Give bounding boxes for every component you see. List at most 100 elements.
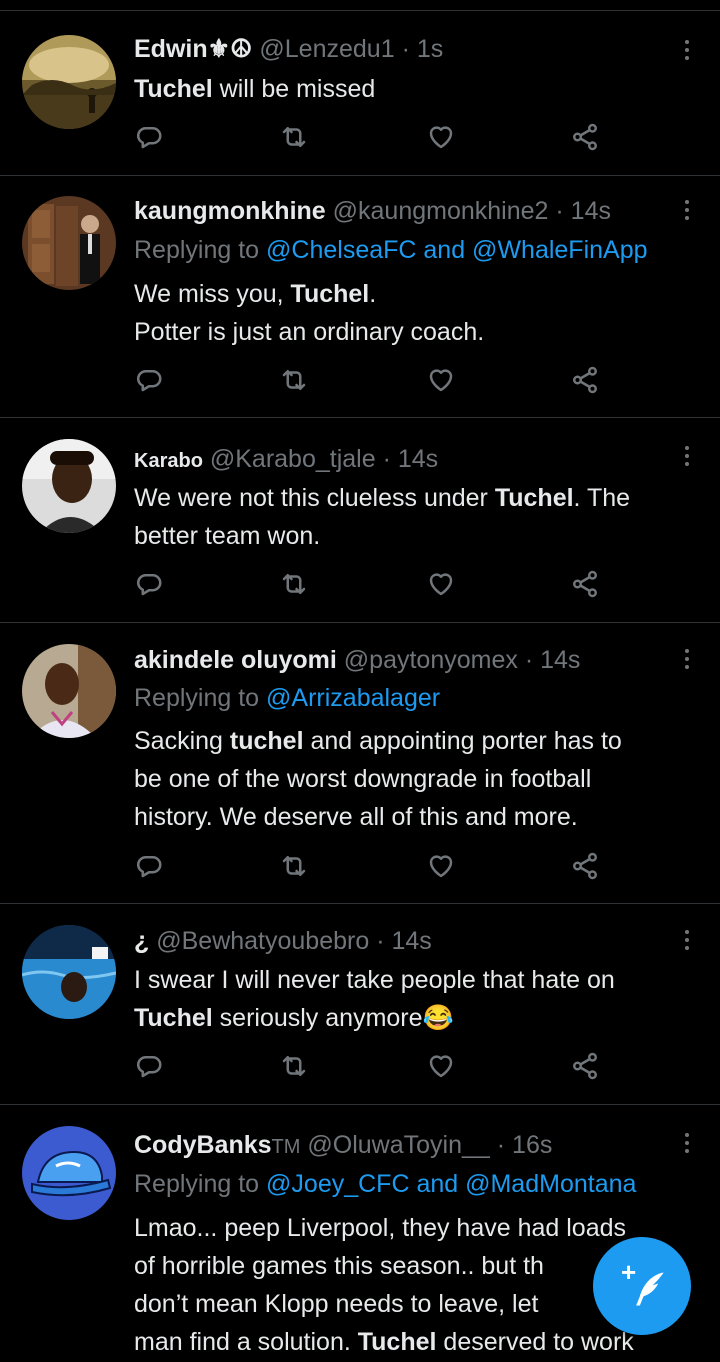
tweet-text: I swear I will never take people that ha… xyxy=(134,961,700,1037)
user-handle[interactable]: @paytonyomex xyxy=(344,646,518,674)
avatar[interactable] xyxy=(22,196,116,290)
share-icon[interactable] xyxy=(570,122,604,156)
tweet-header: akindele oluyomi @paytonyomex · 14s xyxy=(134,644,680,676)
like-icon[interactable] xyxy=(426,365,460,399)
reply-mentions[interactable]: @Joey_CFC and @MadMontana xyxy=(266,1170,636,1198)
reply-mentions[interactable]: @Arrizabalager xyxy=(266,684,440,712)
timestamp[interactable]: 1s xyxy=(417,35,443,63)
avatar[interactable] xyxy=(22,35,116,129)
user-handle[interactable]: @Lenzedu1 xyxy=(259,35,394,63)
separator: · xyxy=(555,197,564,225)
text-span: Potter is just an ordinary coach. xyxy=(134,318,485,346)
keyword: Tuchel xyxy=(494,484,574,512)
retweet-icon[interactable] xyxy=(279,569,313,603)
reply-icon[interactable] xyxy=(134,569,168,603)
tweet-actions xyxy=(134,122,614,156)
retweet-icon[interactable] xyxy=(279,851,313,885)
display-name[interactable]: ¿ xyxy=(134,927,149,955)
share-icon[interactable] xyxy=(570,569,604,603)
replying-to: Replying to @Arrizabalager xyxy=(134,682,700,714)
share-icon[interactable] xyxy=(570,1051,604,1085)
avatar[interactable] xyxy=(22,439,116,533)
text-line: Tuchel seriously anymore😂 xyxy=(134,999,700,1037)
like-icon[interactable] xyxy=(426,851,460,885)
text-span: seriously anymore😂 xyxy=(212,1004,454,1032)
separator: · xyxy=(496,1131,506,1159)
avatar[interactable] xyxy=(22,644,116,738)
timestamp[interactable]: 16s xyxy=(512,1131,552,1159)
text-line: history. We deserve all of this and more… xyxy=(134,798,700,836)
separator: · xyxy=(401,35,410,63)
tweet-header: Edwin⚜☮ @Lenzedu1 · 1s xyxy=(134,33,680,65)
text-span: . xyxy=(369,280,377,308)
tweet-actions xyxy=(134,569,614,603)
retweet-icon[interactable] xyxy=(279,1051,313,1085)
tweet[interactable]: kaungmonkhine @kaungmonkhine2 · 14s Repl… xyxy=(0,175,720,418)
tweet[interactable]: ¿ @Bewhatyoubebro · 14s I swear I will n… xyxy=(0,903,720,1105)
more-options-icon[interactable] xyxy=(682,927,692,953)
more-options-icon[interactable] xyxy=(682,197,692,223)
name-suffix: TM xyxy=(271,1136,301,1158)
tweet[interactable]: Karabo @Karabo_tjale · 14s We were not t… xyxy=(0,417,720,623)
avatar[interactable] xyxy=(22,1126,116,1220)
reply-mentions[interactable]: @ChelseaFC and @WhaleFinApp xyxy=(266,236,647,264)
separator: · xyxy=(382,445,391,473)
text-span: deserved to work xyxy=(436,1328,634,1356)
text-line: man find a solution. Tuchel deserved to … xyxy=(134,1323,700,1361)
tweet-text: We miss you, Tuchel. Potter is just an o… xyxy=(134,275,700,351)
text-span: better team won. xyxy=(134,522,321,550)
text-line: We miss you, Tuchel. xyxy=(134,275,700,313)
user-handle[interactable]: @Karabo_tjale xyxy=(210,445,376,473)
text-span: will be missed xyxy=(212,75,376,103)
more-options-icon[interactable] xyxy=(682,646,692,672)
tweet-actions xyxy=(134,1051,614,1085)
tweet-actions xyxy=(134,851,614,885)
like-icon[interactable] xyxy=(426,569,460,603)
text-line: We were not this clueless under Tuchel. … xyxy=(134,479,700,517)
tweet-text: We were not this clueless under Tuchel. … xyxy=(134,479,700,555)
reply-icon[interactable] xyxy=(134,1051,168,1085)
timestamp[interactable]: 14s xyxy=(391,927,431,955)
share-icon[interactable] xyxy=(570,365,604,399)
text-span: We miss you, xyxy=(134,280,291,308)
timestamp[interactable]: 14s xyxy=(540,646,580,674)
retweet-icon[interactable] xyxy=(279,122,313,156)
more-options-icon[interactable] xyxy=(682,37,692,63)
more-options-icon[interactable] xyxy=(682,443,692,469)
feather-icon xyxy=(636,1272,664,1306)
timestamp[interactable]: 14s xyxy=(571,197,611,225)
timestamp[interactable]: 14s xyxy=(398,445,438,473)
replying-prefix: Replying to xyxy=(134,684,267,712)
tweet-header: Karabo @Karabo_tjale · 14s xyxy=(134,443,680,477)
like-icon[interactable] xyxy=(426,122,460,156)
text-span: Sacking xyxy=(134,727,230,755)
retweet-icon[interactable] xyxy=(279,365,313,399)
user-handle[interactable]: @OluwaToyin__ xyxy=(307,1131,489,1159)
user-handle[interactable]: @kaungmonkhine2 xyxy=(333,197,549,225)
display-name[interactable]: kaungmonkhine xyxy=(134,197,326,225)
keyword: tuchel xyxy=(229,727,304,755)
text-span: history. We deserve all of this and more… xyxy=(134,803,578,831)
text-span: man find a solution. xyxy=(134,1328,358,1356)
like-icon[interactable] xyxy=(426,1051,460,1085)
separator: · xyxy=(376,927,385,955)
tweet-actions xyxy=(134,365,614,399)
text-line: I swear I will never take people that ha… xyxy=(134,961,700,999)
tweet-header: ¿ @Bewhatyoubebro · 14s xyxy=(134,925,680,957)
compose-tweet-button[interactable]: + xyxy=(593,1237,691,1335)
display-name[interactable]: Edwin⚜☮ xyxy=(134,35,252,63)
tweet[interactable]: Edwin⚜☮ @Lenzedu1 · 1s Tuchel will be mi… xyxy=(0,11,720,176)
display-name[interactable]: akindele oluyomi xyxy=(134,646,337,674)
user-handle[interactable]: @Bewhatyoubebro xyxy=(156,927,369,955)
reply-icon[interactable] xyxy=(134,365,168,399)
display-name[interactable]: Karabo xyxy=(134,450,203,472)
more-options-icon[interactable] xyxy=(682,1130,692,1156)
text-line: Tuchel will be missed xyxy=(134,70,700,108)
share-icon[interactable] xyxy=(570,851,604,885)
reply-icon[interactable] xyxy=(134,122,168,156)
display-name[interactable]: CodyBanks xyxy=(134,1131,272,1159)
tweet[interactable]: akindele oluyomi @paytonyomex · 14s Repl… xyxy=(0,622,720,904)
avatar[interactable] xyxy=(22,925,116,1019)
text-line: better team won. xyxy=(134,517,700,555)
reply-icon[interactable] xyxy=(134,851,168,885)
